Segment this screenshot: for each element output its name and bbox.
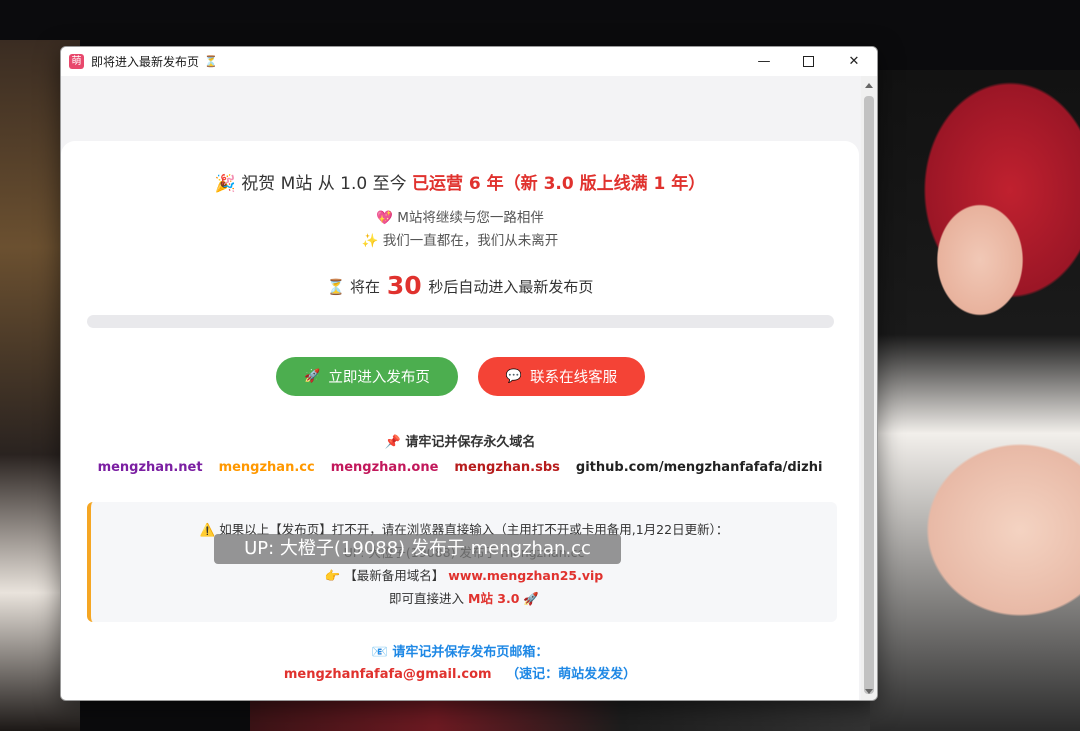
close-icon: ✕	[848, 54, 860, 69]
domain-list: mengzhan.net mengzhan.cc mengzhan.one me…	[61, 460, 859, 475]
app-icon: 萌	[69, 54, 84, 69]
hourglass-icon: ⏳	[326, 278, 346, 296]
countdown-progress-bar	[87, 315, 834, 328]
uploader-watermark: UP: 大橙子(19088) 发布于 mengzhan.cc	[214, 534, 621, 564]
enter-release-page-button[interactable]: 🚀 立即进入发布页	[276, 357, 458, 396]
subtitle-1: 💖 M站将继续与您一路相伴	[61, 206, 859, 226]
pin-icon: 📌	[384, 435, 401, 450]
backup-domain-label: 【最新备用域名】	[344, 568, 445, 583]
countdown-seconds: 30	[386, 271, 422, 300]
title-bar[interactable]: 萌 即将进入最新发布页 ⏳ — ✕	[61, 47, 877, 76]
countdown-suffix: 秒后自动进入最新发布页	[428, 278, 594, 296]
email-title-text: 请牢记并保存发布页邮箱：	[392, 645, 549, 660]
countdown-prefix: 将在	[350, 278, 381, 296]
headline-highlight: 已运营 6 年（新 3.0 版上线满 1 年）	[412, 174, 706, 194]
scroll-down-icon[interactable]	[865, 689, 873, 694]
email-title: 📧 请牢记并保存发布页邮箱：	[61, 641, 859, 660]
headline-text: 祝贺 M站 从 1.0 至今	[241, 174, 407, 194]
subtitle-text: 我们一直都在，我们从未离开	[382, 233, 559, 249]
version-highlight: M站 3.0	[468, 591, 520, 606]
enter-button-label: 立即进入发布页	[328, 370, 430, 386]
window-title: 即将进入最新发布页	[91, 55, 200, 69]
subtitle-2: ✨ 我们一直都在，我们从未离开	[61, 229, 859, 249]
hourglass-icon: ⏳	[204, 55, 218, 68]
domains-title-text: 请牢记并保存永久域名	[405, 435, 536, 450]
notice-text: 即可直接进入	[389, 591, 465, 606]
party-icon: 🎉	[214, 174, 236, 194]
sparkle-icon: ✨	[361, 233, 379, 249]
warning-icon: ⚠️	[199, 522, 216, 537]
contact-support-button[interactable]: 💬 联系在线客服	[478, 357, 645, 396]
backup-domain-link[interactable]: www.mengzhan25.vip	[448, 568, 603, 583]
domains-title: 📌 请牢记并保存永久域名	[61, 431, 859, 450]
chat-icon: 💬	[505, 369, 523, 384]
scroll-thumb[interactable]	[864, 96, 874, 694]
support-button-label: 联系在线客服	[530, 370, 618, 386]
popup-window: 萌 即将进入最新发布页 ⏳ — ✕ 🎉 祝贺 M站 从 1.0 至今 已运营 6…	[60, 46, 878, 701]
domain-link[interactable]: mengzhan.one	[331, 460, 439, 475]
heart-icon: 💖	[376, 210, 393, 226]
email-address[interactable]: mengzhanfafafa@gmail.com	[284, 667, 492, 682]
minimize-icon: —	[757, 54, 771, 69]
maximize-button[interactable]	[785, 47, 831, 76]
domain-link[interactable]: mengzhan.net	[98, 460, 203, 475]
notice-line-4: 即可直接进入 M站 3.0 🚀	[91, 588, 837, 607]
scroll-up-icon[interactable]	[865, 83, 873, 88]
pointing-hand-icon: 👉	[324, 568, 341, 583]
domain-link[interactable]: mengzhan.sbs	[454, 460, 560, 475]
email-icon: 📧	[371, 645, 388, 660]
wallpaper-bottom	[250, 698, 870, 731]
rocket-icon: 🚀	[523, 591, 539, 606]
subtitle-text: M站将继续与您一路相伴	[397, 210, 544, 226]
content-card: 🎉 祝贺 M站 从 1.0 至今 已运营 6 年（新 3.0 版上线满 1 年）…	[61, 141, 859, 700]
domain-link[interactable]: github.com/mengzhanfafafa/dizhi	[576, 460, 823, 475]
email-mnemonic: （速记：萌站发发发）	[506, 667, 637, 682]
minimize-button[interactable]: —	[741, 47, 787, 76]
rocket-icon: 🚀	[304, 369, 321, 384]
maximize-icon	[802, 56, 814, 67]
close-button[interactable]: ✕	[831, 47, 877, 76]
wallpaper-right	[870, 70, 1080, 731]
notice-line-3: 👉 【最新备用域名】 www.mengzhan25.vip	[91, 565, 837, 584]
headline: 🎉 祝贺 M站 从 1.0 至今 已运营 6 年（新 3.0 版上线满 1 年）	[61, 169, 859, 194]
countdown: ⏳ 将在 30 秒后自动进入最新发布页	[61, 271, 859, 300]
domain-link[interactable]: mengzhan.cc	[219, 460, 315, 475]
email-line: mengzhanfafafa@gmail.com （速记：萌站发发发）	[61, 663, 859, 682]
vertical-scrollbar[interactable]	[861, 76, 877, 700]
